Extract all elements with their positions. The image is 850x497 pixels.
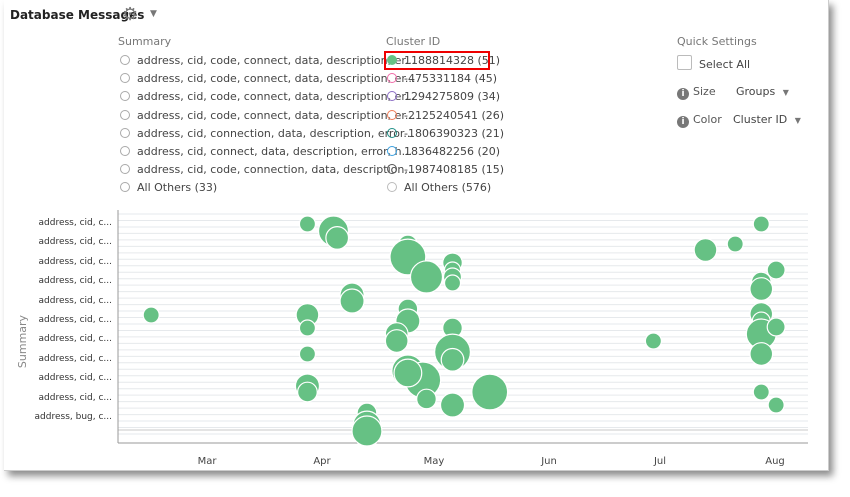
bubble[interactable] bbox=[351, 415, 383, 447]
bubble[interactable] bbox=[752, 215, 770, 233]
bubble[interactable] bbox=[339, 288, 365, 314]
bubble[interactable] bbox=[749, 342, 774, 366]
bubble[interactable] bbox=[298, 345, 317, 363]
bubble[interactable] bbox=[393, 358, 423, 388]
bubble[interactable] bbox=[443, 274, 462, 292]
bubble[interactable] bbox=[409, 260, 444, 294]
bubble[interactable] bbox=[693, 238, 718, 262]
bubble[interactable] bbox=[325, 226, 350, 250]
bubble[interactable] bbox=[749, 277, 774, 301]
bubble[interactable] bbox=[752, 383, 770, 401]
bubble[interactable] bbox=[384, 329, 409, 353]
bubble[interactable] bbox=[142, 306, 160, 324]
bubble[interactable] bbox=[439, 392, 466, 418]
bubble[interactable] bbox=[440, 347, 465, 372]
bubble[interactable] bbox=[471, 373, 509, 411]
bubble[interactable] bbox=[298, 215, 317, 233]
bubble[interactable] bbox=[416, 388, 437, 410]
bubble[interactable] bbox=[297, 381, 318, 403]
bubble[interactable] bbox=[298, 319, 317, 337]
bubble[interactable] bbox=[644, 332, 663, 350]
bubble[interactable] bbox=[726, 235, 744, 253]
bubble[interactable] bbox=[766, 317, 786, 337]
bubble[interactable] bbox=[767, 396, 785, 414]
bubble-chart bbox=[117, 210, 808, 447]
